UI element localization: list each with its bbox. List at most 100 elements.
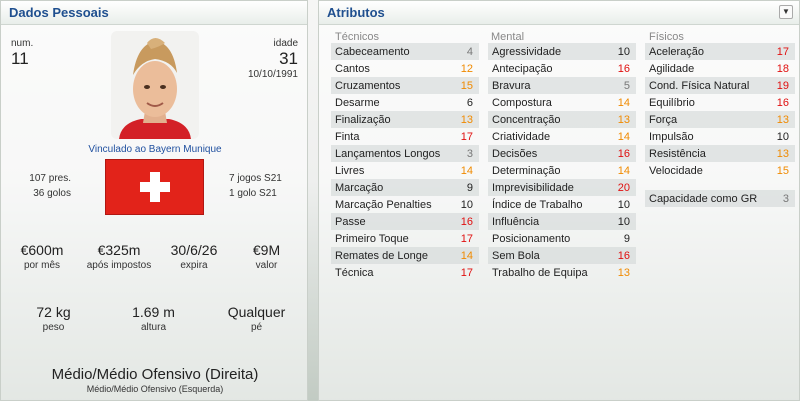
attribute-value: 16 bbox=[617, 147, 630, 160]
attribute-row[interactable]: Decisões 16 bbox=[488, 145, 636, 162]
attribute-row[interactable]: Bravura 5 bbox=[488, 77, 636, 94]
wage-label: por mês bbox=[23, 260, 61, 271]
attribute-row[interactable]: Influência 10 bbox=[488, 213, 636, 230]
attribute-value: 15 bbox=[776, 164, 789, 177]
attribute-row[interactable]: Resistência 13 bbox=[645, 145, 795, 162]
attribute-value: 19 bbox=[776, 79, 789, 92]
attribute-row[interactable]: Cond. Física Natural 19 bbox=[645, 77, 795, 94]
attribute-value: 6 bbox=[466, 96, 473, 109]
attribute-value: 14 bbox=[460, 164, 473, 177]
attribute-value: 14 bbox=[617, 164, 630, 177]
attribute-name: Compostura bbox=[492, 96, 552, 109]
attribute-row[interactable]: Aceleração 17 bbox=[645, 43, 795, 60]
attribute-name: Cond. Física Natural bbox=[649, 79, 750, 92]
attribute-name: Agressividade bbox=[492, 45, 562, 58]
attribute-row[interactable]: Agilidade 18 bbox=[645, 60, 795, 77]
attribute-row[interactable]: Trabalho de Equipa 13 bbox=[488, 264, 636, 281]
primary-position: Médio/Médio Ofensivo (Direita) bbox=[51, 366, 259, 383]
date-of-birth: 10/10/1991 bbox=[247, 69, 298, 80]
market-value: €9M bbox=[252, 242, 281, 258]
attribute-name: Livres bbox=[335, 164, 365, 177]
preferred-foot-value: Qualquer bbox=[227, 304, 286, 320]
attribute-row[interactable]: Sem Bola 16 bbox=[488, 247, 636, 264]
attribute-value: 3 bbox=[466, 147, 473, 160]
age-label: idade bbox=[273, 38, 298, 49]
attribute-row[interactable]: Compostura 14 bbox=[488, 94, 636, 111]
height-value: 1.69 m bbox=[132, 304, 175, 320]
attribute-row[interactable]: Força 13 bbox=[645, 111, 795, 128]
attribute-value: 14 bbox=[617, 130, 630, 143]
attribute-row[interactable]: Cruzamentos 15 bbox=[331, 77, 479, 94]
personal-details-panel: Dados Pessoais num. 11 idade 31 10/10/19… bbox=[0, 0, 308, 401]
attribute-row[interactable]: Cabeceamento 4 bbox=[331, 43, 479, 60]
mental-heading: Mental bbox=[491, 31, 525, 43]
attribute-row[interactable]: Índice de Trabalho 10 bbox=[488, 196, 636, 213]
attribute-value: 16 bbox=[617, 249, 630, 262]
wage-value: €600m bbox=[20, 242, 64, 258]
attribute-name: Impulsão bbox=[649, 130, 694, 143]
international-caps: 107 pres. bbox=[29, 173, 71, 184]
attribute-name: Imprevisibilidade bbox=[492, 181, 574, 194]
attribute-value: 12 bbox=[460, 62, 473, 75]
attribute-row[interactable]: Lançamentos Longos 3 bbox=[331, 145, 479, 162]
weight-value: 72 kg bbox=[36, 304, 71, 320]
attribute-value: 13 bbox=[776, 113, 789, 126]
attribute-value: 14 bbox=[617, 96, 630, 109]
club-link[interactable]: Vinculado ao Bayern Munique bbox=[1, 144, 309, 155]
attribute-row[interactable]: Primeiro Toque 17 bbox=[331, 230, 479, 247]
attribute-row[interactable]: Equilíbrio 16 bbox=[645, 94, 795, 111]
attribute-name: Capacidade como GR bbox=[649, 192, 758, 205]
u21-caps: 7 jogos S21 bbox=[229, 173, 282, 184]
attribute-value: 16 bbox=[776, 96, 789, 109]
attribute-row[interactable]: Impulsão 10 bbox=[645, 128, 795, 145]
attribute-row[interactable]: Técnica 17 bbox=[331, 264, 479, 281]
attribute-value: 10 bbox=[617, 45, 630, 58]
attribute-name: Lançamentos Longos bbox=[335, 147, 441, 160]
attribute-value: 17 bbox=[460, 130, 473, 143]
technical-heading: Técnicos bbox=[335, 31, 380, 43]
attribute-value: 16 bbox=[460, 215, 473, 228]
net-wage-label: após impostos bbox=[86, 260, 152, 271]
attribute-name: Aceleração bbox=[649, 45, 705, 58]
attribute-value: 4 bbox=[466, 45, 473, 58]
net-wage-value: €325m bbox=[97, 242, 141, 258]
attribute-row[interactable]: Imprevisibilidade 20 bbox=[488, 179, 636, 196]
attribute-row[interactable]: Finta 17 bbox=[331, 128, 479, 145]
attribute-row[interactable]: Passe 16 bbox=[331, 213, 479, 230]
age-value: 31 bbox=[279, 49, 298, 68]
attribute-row[interactable]: Remates de Longe 14 bbox=[331, 247, 479, 264]
contract-expiry-label: expira bbox=[180, 260, 208, 271]
attribute-name: Concentração bbox=[492, 113, 561, 126]
preferred-foot-label: pé bbox=[250, 322, 263, 333]
attribute-row[interactable]: Marcação Penalties 10 bbox=[331, 196, 479, 213]
attribute-row[interactable]: Antecipação 16 bbox=[488, 60, 636, 77]
attribute-row[interactable]: Capacidade como GR 3 bbox=[645, 190, 795, 207]
attribute-row[interactable]: Desarme 6 bbox=[331, 94, 479, 111]
attribute-name: Índice de Trabalho bbox=[492, 198, 583, 211]
attribute-name: Influência bbox=[492, 215, 540, 228]
height-label: altura bbox=[140, 322, 166, 333]
player-photo bbox=[111, 31, 199, 139]
attribute-row[interactable]: Concentração 13 bbox=[488, 111, 636, 128]
attribute-row[interactable]: Criatividade 14 bbox=[488, 128, 636, 145]
attribute-name: Trabalho de Equipa bbox=[492, 266, 588, 279]
attribute-value: 5 bbox=[623, 79, 630, 92]
attribute-row[interactable]: Marcação 9 bbox=[331, 179, 479, 196]
squad-number: 11 bbox=[11, 49, 29, 68]
attribute-value: 10 bbox=[460, 198, 473, 211]
attribute-value: 20 bbox=[617, 181, 630, 194]
attribute-row[interactable]: Agressividade 10 bbox=[488, 43, 636, 60]
attribute-name: Técnica bbox=[335, 266, 374, 279]
attribute-value: 3 bbox=[782, 192, 789, 205]
attribute-row[interactable]: Livres 14 bbox=[331, 162, 479, 179]
attribute-row[interactable]: Posicionamento 9 bbox=[488, 230, 636, 247]
attribute-name: Cantos bbox=[335, 62, 370, 75]
attribute-row[interactable]: Cantos 12 bbox=[331, 60, 479, 77]
attribute-row[interactable]: Determinação 14 bbox=[488, 162, 636, 179]
attribute-name: Primeiro Toque bbox=[335, 232, 409, 245]
attribute-row[interactable]: Finalização 13 bbox=[331, 111, 479, 128]
attribute-row[interactable]: Velocidade 15 bbox=[645, 162, 795, 179]
chevron-down-icon[interactable]: ▼ bbox=[779, 5, 793, 19]
attribute-name: Passe bbox=[335, 215, 366, 228]
attribute-name: Finta bbox=[335, 130, 360, 143]
